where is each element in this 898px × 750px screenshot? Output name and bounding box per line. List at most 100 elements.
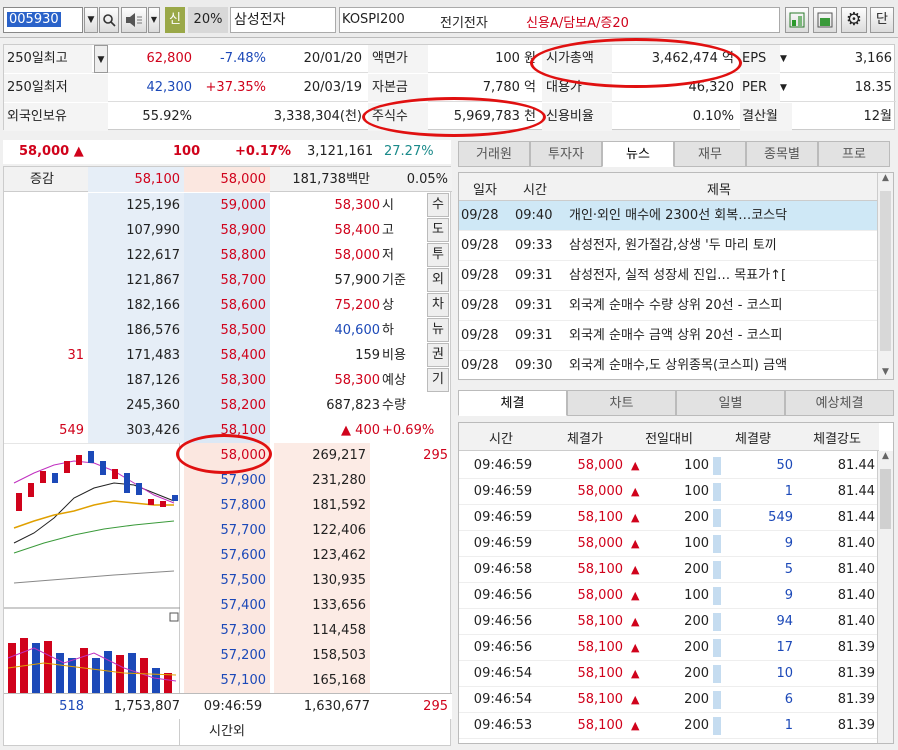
bid-row[interactable]: 57,400 133,656 — [180, 593, 450, 618]
bid-row[interactable]: 57,800 181,592 — [180, 493, 450, 518]
news-item[interactable]: 09/28 09:30 외국계 순매수,도 상위종목(코스피) 금액 — [459, 351, 879, 381]
header-ask-price: 58,100 — [88, 167, 184, 192]
bid-row[interactable]: 57,600 123,462 — [180, 543, 450, 568]
tab-broker[interactable]: 거래원 — [458, 141, 530, 167]
ask-row[interactable]: 182,166 58,600 — [4, 293, 284, 318]
bid-row[interactable]: 57,300 114,458 — [180, 618, 450, 643]
trade-price: 58,100 — [577, 640, 624, 655]
trade-col-header: 체결강도 — [813, 432, 861, 447]
stat-row: 58,000 저 — [284, 243, 424, 268]
info-value: 12월 — [863, 109, 892, 124]
ask-row[interactable]: 31 171,483 58,400 — [4, 343, 284, 368]
single-view-button[interactable]: 단 — [870, 7, 894, 33]
news-time: 09:30 — [515, 358, 553, 373]
info-label: EPS — [740, 45, 780, 73]
info-dropdown-button[interactable]: ▼ — [780, 45, 792, 73]
news-item[interactable]: 09/28 09:31 삼성전자, 실적 성장세 진입… 목표가↑[ — [459, 261, 879, 291]
info-dropdown-button[interactable]: ▼ — [780, 74, 792, 102]
bid-row[interactable]: 57,100 165,168 — [180, 668, 450, 693]
side-tab[interactable]: 외 — [427, 268, 449, 292]
speaker-dropdown-button[interactable]: ▼ — [148, 7, 160, 33]
stat-row: 58,300 예상 — [284, 368, 424, 393]
trade-row: 09:46:54 58,100 ▲ 200 10 81.39 — [459, 661, 879, 687]
tab-sector[interactable]: 종목별 — [746, 141, 818, 167]
gear-icon[interactable]: ⚙ — [841, 7, 867, 33]
ask-row[interactable]: 121,867 58,700 — [4, 268, 284, 293]
info-dropdown-button[interactable]: ▼ — [94, 45, 108, 73]
news-item[interactable]: 09/28 09:40 개인·외인 매수에 2300선 회복…코스닥 — [459, 201, 879, 231]
tab-expected[interactable]: 예상체결 — [785, 390, 894, 416]
total-ask-qty: 1,753,807 — [113, 699, 180, 714]
trade-strength: 81.40 — [837, 588, 875, 603]
stat-value: 58,400 — [334, 223, 381, 238]
side-tab[interactable]: 도 — [427, 218, 449, 242]
trade-change: 200 — [684, 692, 709, 707]
stat-value: 58,300 — [334, 373, 381, 388]
volume-indicator — [713, 509, 721, 527]
stock-code-value: 005930 — [7, 12, 61, 27]
tab-investor[interactable]: 투자자 — [530, 141, 602, 167]
ask-price: 58,200 — [184, 393, 270, 418]
tab-finance[interactable]: 재무 — [674, 141, 746, 167]
news-item[interactable]: 09/28 09:33 삼성전자, 원가절감,상생 '두 마리 토끼 — [459, 231, 879, 261]
tab-daily[interactable]: 일별 — [676, 390, 785, 416]
news-header: 일자 시간 제목 — [459, 173, 879, 201]
ask-row[interactable]: 186,576 58,500 — [4, 318, 284, 343]
trade-time: 09:46:59 — [473, 510, 533, 525]
stat-value: 687,823 — [326, 398, 380, 413]
tab-news[interactable]: 뉴스 — [602, 141, 674, 167]
ask-row[interactable]: 122,617 58,800 — [4, 243, 284, 268]
bid-row[interactable]: 57,500 130,935 — [180, 568, 450, 593]
trade-scrollbar[interactable]: ▲ — [877, 451, 893, 743]
news-scrollbar[interactable]: ▲ ▼ — [877, 173, 893, 379]
news-item[interactable]: 09/28 09:31 외국계 순매수 수량 상위 20선 - 코스피 — [459, 291, 879, 321]
stat-row: 58,300 시 — [284, 193, 424, 218]
news-date: 09/28 — [461, 268, 499, 283]
ask-row[interactable]: 107,990 58,900 — [4, 218, 284, 243]
stat-value: 58,000 — [334, 248, 381, 263]
credit-label: 신용A/담보A/증20 — [526, 16, 629, 31]
ask-row[interactable]: 245,360 58,200 — [4, 393, 284, 418]
header-bid-price: 58,000 — [184, 167, 270, 192]
stat-label: 시 — [382, 198, 394, 213]
trade-price: 58,000 — [577, 588, 624, 603]
volume-indicator — [713, 665, 721, 683]
tab-trades[interactable]: 체결 — [458, 390, 567, 416]
tab-chart[interactable]: 차트 — [567, 390, 676, 416]
ask-row[interactable]: 187,126 58,300 — [4, 368, 284, 393]
stock-code-input[interactable]: 005930 — [3, 7, 83, 33]
trade-row: 09:46:59 58,100 ▲ 200 549 81.44 — [459, 505, 879, 531]
side-tab[interactable]: 기 — [427, 368, 449, 392]
code-dropdown-button[interactable]: ▼ — [84, 7, 98, 33]
speaker-icon[interactable] — [121, 7, 147, 33]
volume-indicator — [713, 535, 721, 553]
trade-price: 58,100 — [577, 666, 624, 681]
bid-row[interactable]: 57,200 158,503 — [180, 643, 450, 668]
side-tab[interactable]: 수 — [427, 193, 449, 217]
news-item[interactable]: 09/28 09:31 외국계 순매수 금액 상위 20선 - 코스피 — [459, 321, 879, 351]
bid-price: 57,600 — [184, 543, 270, 568]
close-icon[interactable] — [169, 612, 179, 622]
trade-price: 58,100 — [577, 614, 624, 629]
ask-change: 549 — [59, 423, 84, 438]
layout-icon[interactable] — [813, 7, 837, 33]
search-icon[interactable] — [99, 7, 119, 33]
ask-price: 58,900 — [184, 218, 270, 243]
side-tab[interactable]: 뉴 — [427, 318, 449, 342]
side-tab[interactable]: 권 — [427, 343, 449, 367]
info-value: 0.10% — [692, 109, 734, 124]
volume-bars — [8, 638, 172, 698]
chart-view-icon[interactable] — [785, 7, 809, 33]
ask-price: 58,300 — [184, 368, 270, 393]
after-hours-label[interactable]: 시간외 — [184, 719, 270, 744]
side-tab[interactable]: 차 — [427, 293, 449, 317]
tab-program[interactable]: 프로 — [818, 141, 890, 167]
stat-value: 159 — [355, 348, 380, 363]
bid-row[interactable]: 57,700 122,406 — [180, 518, 450, 543]
bid-price: 57,500 — [184, 568, 270, 593]
stock-name-field[interactable]: 삼성전자 — [230, 7, 336, 33]
trade-change: 200 — [684, 666, 709, 681]
bid-quantity: 122,406 — [274, 518, 370, 543]
side-tab[interactable]: 투 — [427, 243, 449, 267]
ask-row[interactable]: 125,196 59,000 — [4, 193, 284, 218]
